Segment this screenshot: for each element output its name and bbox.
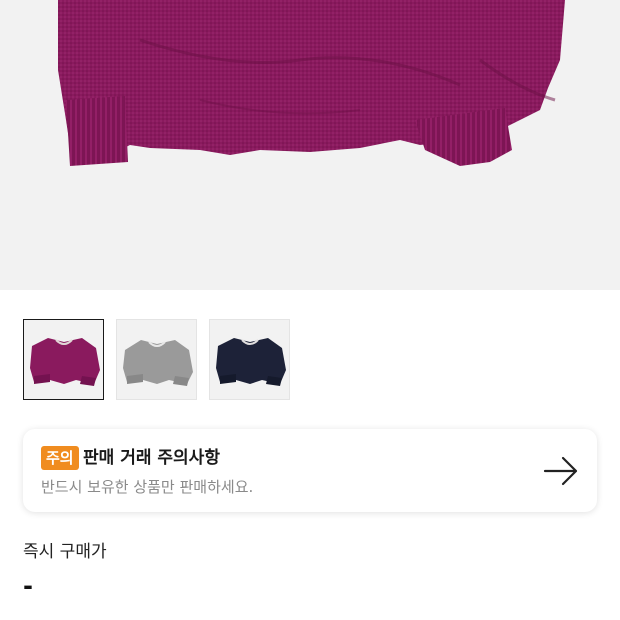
- navy-sweater-image: [216, 338, 286, 386]
- purple-sweater-image: [30, 338, 100, 386]
- sweater-illustration: [58, 0, 565, 166]
- thumbnail-purple[interactable]: [23, 319, 104, 400]
- thumbnail-gray[interactable]: [116, 319, 197, 400]
- product-main-image[interactable]: [0, 0, 620, 290]
- image-thumbnail-list: [23, 319, 290, 400]
- notice-title: 판매 거래 주의사항: [83, 448, 220, 468]
- instant-buy-price-label: 즉시 구매가: [23, 542, 107, 562]
- gray-sweater-image: [123, 340, 193, 386]
- notice-subtitle: 반드시 보유한 상품만 판매하세요.: [41, 478, 254, 496]
- arrow-right-icon: [543, 456, 578, 486]
- sale-notice-card[interactable]: 주의 판매 거래 주의사항 반드시 보유한 상품만 판매하세요.: [23, 429, 597, 512]
- thumbnail-navy[interactable]: [209, 319, 290, 400]
- instant-buy-price-value: -: [23, 572, 33, 600]
- warning-badge: 주의: [41, 446, 79, 470]
